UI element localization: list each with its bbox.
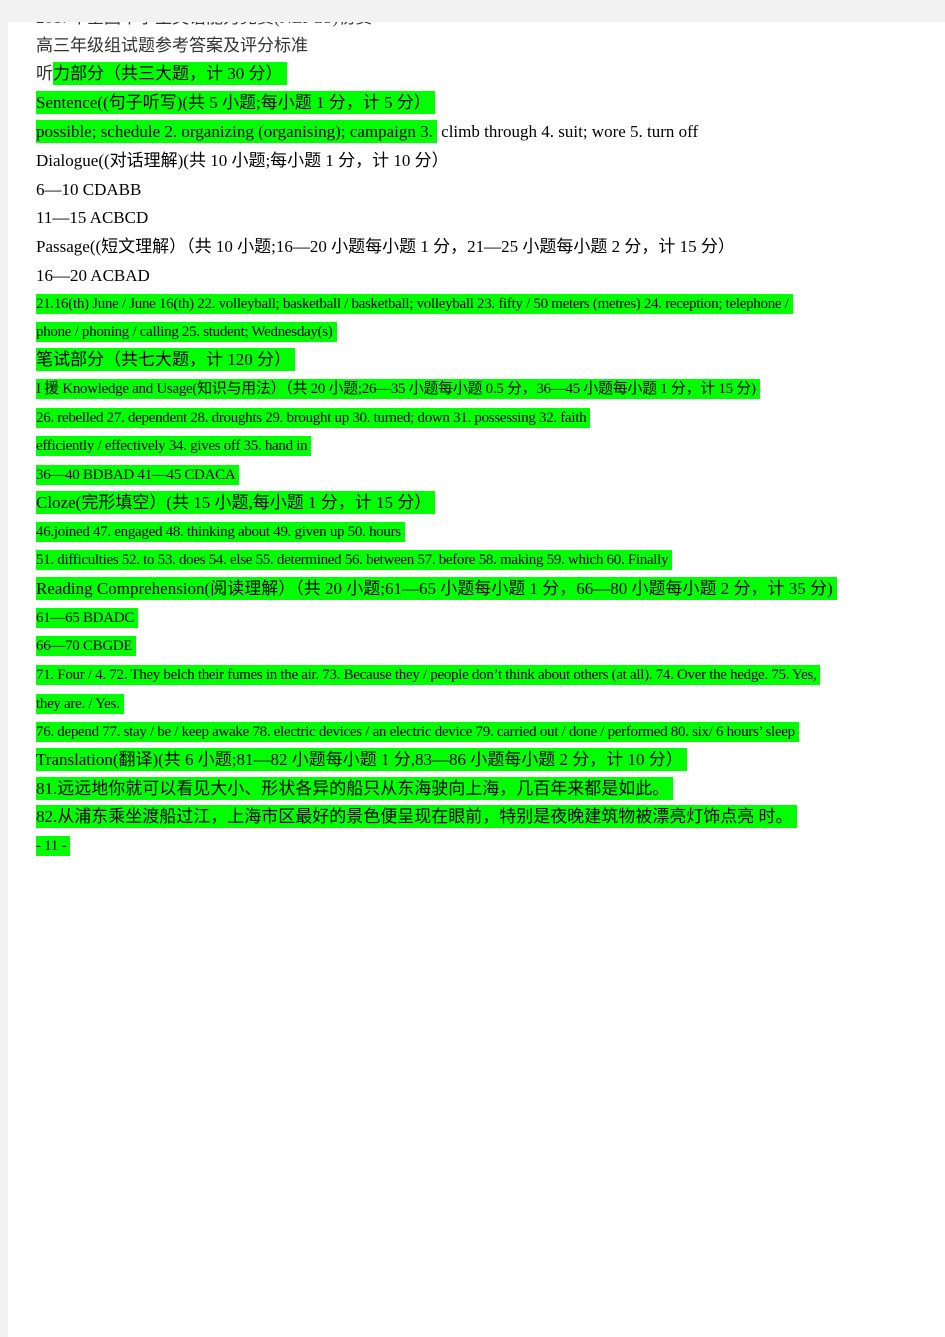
document-line: Cloze(完形填空）(共 15 小题,每小题 1 分，计 15 分） <box>36 491 436 515</box>
highlighted-text: possible; schedule 2. organizing (organi… <box>36 120 437 143</box>
document-line: 76. depend 77. stay / be / keep awake 78… <box>36 720 799 744</box>
document-line: efficiently / effectively 34. gives off … <box>36 434 312 458</box>
highlighted-text: 36—40 BDBAD 41—45 CDACA <box>36 465 240 485</box>
highlighted-text: Cloze(完形填空）(共 15 小题,每小题 1 分，计 15 分） <box>36 491 436 514</box>
highlighted-text: 26. rebelled 27. dependent 28. droughts … <box>36 408 591 428</box>
highlighted-text: Translation(翻译)(共 6 小题;81—82 小题每小题 1 分,8… <box>36 748 687 771</box>
document-line: possible; schedule 2. organizing (organi… <box>36 120 698 144</box>
highlighted-text: 82.从浦东乘坐渡船过江，上海市区最好的景色便呈现在眼前，特别是夜晚建筑物被漂亮… <box>36 805 797 828</box>
document-line: 6—10 CDABB <box>36 178 141 202</box>
highlighted-text: I 援 Knowledge and Usage(知识与用法）（共 20 小题;2… <box>36 379 760 399</box>
page-number: - 11 - <box>36 834 71 858</box>
document-line: 16—20 ACBAD <box>36 264 150 288</box>
document-line: they are. / Yes. <box>36 692 124 716</box>
text: 11—15 ACBCD <box>36 208 149 227</box>
highlighted-text: 51. difficulties 52. to 53. does 54. els… <box>36 550 673 570</box>
document-line: 82.从浦东乘坐渡船过江，上海市区最好的景色便呈现在眼前，特别是夜晚建筑物被漂亮… <box>36 805 797 829</box>
highlighted-text: they are. / Yes. <box>36 694 124 714</box>
document-line: 51. difficulties 52. to 53. does 54. els… <box>36 548 673 572</box>
document-line: 21.16(th) June / June 16(th) 22. volleyb… <box>36 292 793 316</box>
text: 6—10 CDABB <box>36 180 142 199</box>
document-line: Sentence((句子听写)(共 5 小题;每小题 1 分，计 5 分） <box>36 91 435 115</box>
document-line: 11—15 ACBCD <box>36 206 148 230</box>
document-line: 81.远远地你就可以看见大小、形状各异的船只从东海驶向上海，几百年来都是如此。 <box>36 777 674 801</box>
highlighted-text: 81.远远地你就可以看见大小、形状各异的船只从东海驶向上海，几百年来都是如此。 <box>36 777 674 800</box>
highlighted-text: Reading Comprehension(阅读理解）（共 20 小题;61—6… <box>36 577 837 600</box>
viewer-top-bar <box>0 0 945 22</box>
highlighted-text: 笔试部分（共七大题，计 120 分） <box>36 348 295 371</box>
highlighted-text: Sentence((句子听写)(共 5 小题;每小题 1 分，计 5 分） <box>36 91 435 114</box>
highlighted-text: 力部分（共三大题，计 30 分） <box>53 62 287 85</box>
document-line: 66—70 CBGDE <box>36 634 137 658</box>
text: 高三年级组试题参考答案及评分标准 <box>36 36 308 55</box>
highlighted-text: - 11 - <box>36 836 71 856</box>
highlighted-text: phone / phoning / calling 25. student; W… <box>36 322 337 342</box>
document-line: 61—65 BDADC <box>36 606 138 630</box>
text: 听 <box>36 64 53 83</box>
highlighted-text: 21.16(th) June / June 16(th) 22. volleyb… <box>36 294 793 314</box>
document-line: Translation(翻译)(共 6 小题;81—82 小题每小题 1 分,8… <box>36 748 687 772</box>
document-line: 46.joined 47. engaged 48. thinking about… <box>36 520 405 544</box>
text: Passage((短文理解）（共 10 小题;16—20 小题每小题 1 分，2… <box>36 237 735 256</box>
document-line: I 援 Knowledge and Usage(知识与用法）（共 20 小题;2… <box>36 377 760 401</box>
document-line: 笔试部分（共七大题，计 120 分） <box>36 348 295 372</box>
highlighted-text: efficiently / effectively 34. gives off … <box>36 436 312 456</box>
document-line: Dialogue((对话理解)(共 10 小题;每小题 1 分，计 10 分） <box>36 149 449 173</box>
document-line: 26. rebelled 27. dependent 28. droughts … <box>36 406 591 430</box>
highlighted-text: 66—70 CBGDE <box>36 636 137 656</box>
document-line: 36—40 BDBAD 41—45 CDACA <box>36 463 240 487</box>
document-line: Reading Comprehension(阅读理解）（共 20 小题;61—6… <box>36 577 837 601</box>
document-line: 71. Four / 4. 72. They belch their fumes… <box>36 663 821 687</box>
document-line: Passage((短文理解）（共 10 小题;16—20 小题每小题 1 分，2… <box>36 235 735 259</box>
text: climb through 4. suit; wore 5. turn off <box>436 122 699 141</box>
highlighted-text: 76. depend 77. stay / be / keep awake 78… <box>36 722 799 742</box>
text: 16—20 ACBAD <box>36 266 150 285</box>
document-line: 高三年级组试题参考答案及评分标准 <box>36 34 308 58</box>
highlighted-text: 61—65 BDADC <box>36 608 138 628</box>
highlighted-text: 71. Four / 4. 72. They belch their fumes… <box>36 665 821 685</box>
highlighted-text: 46.joined 47. engaged 48. thinking about… <box>36 522 405 542</box>
document-line: 听力部分（共三大题，计 30 分） <box>36 62 287 86</box>
text: Dialogue((对话理解)(共 10 小题;每小题 1 分，计 10 分） <box>36 151 449 170</box>
document-line: phone / phoning / calling 25. student; W… <box>36 320 337 344</box>
